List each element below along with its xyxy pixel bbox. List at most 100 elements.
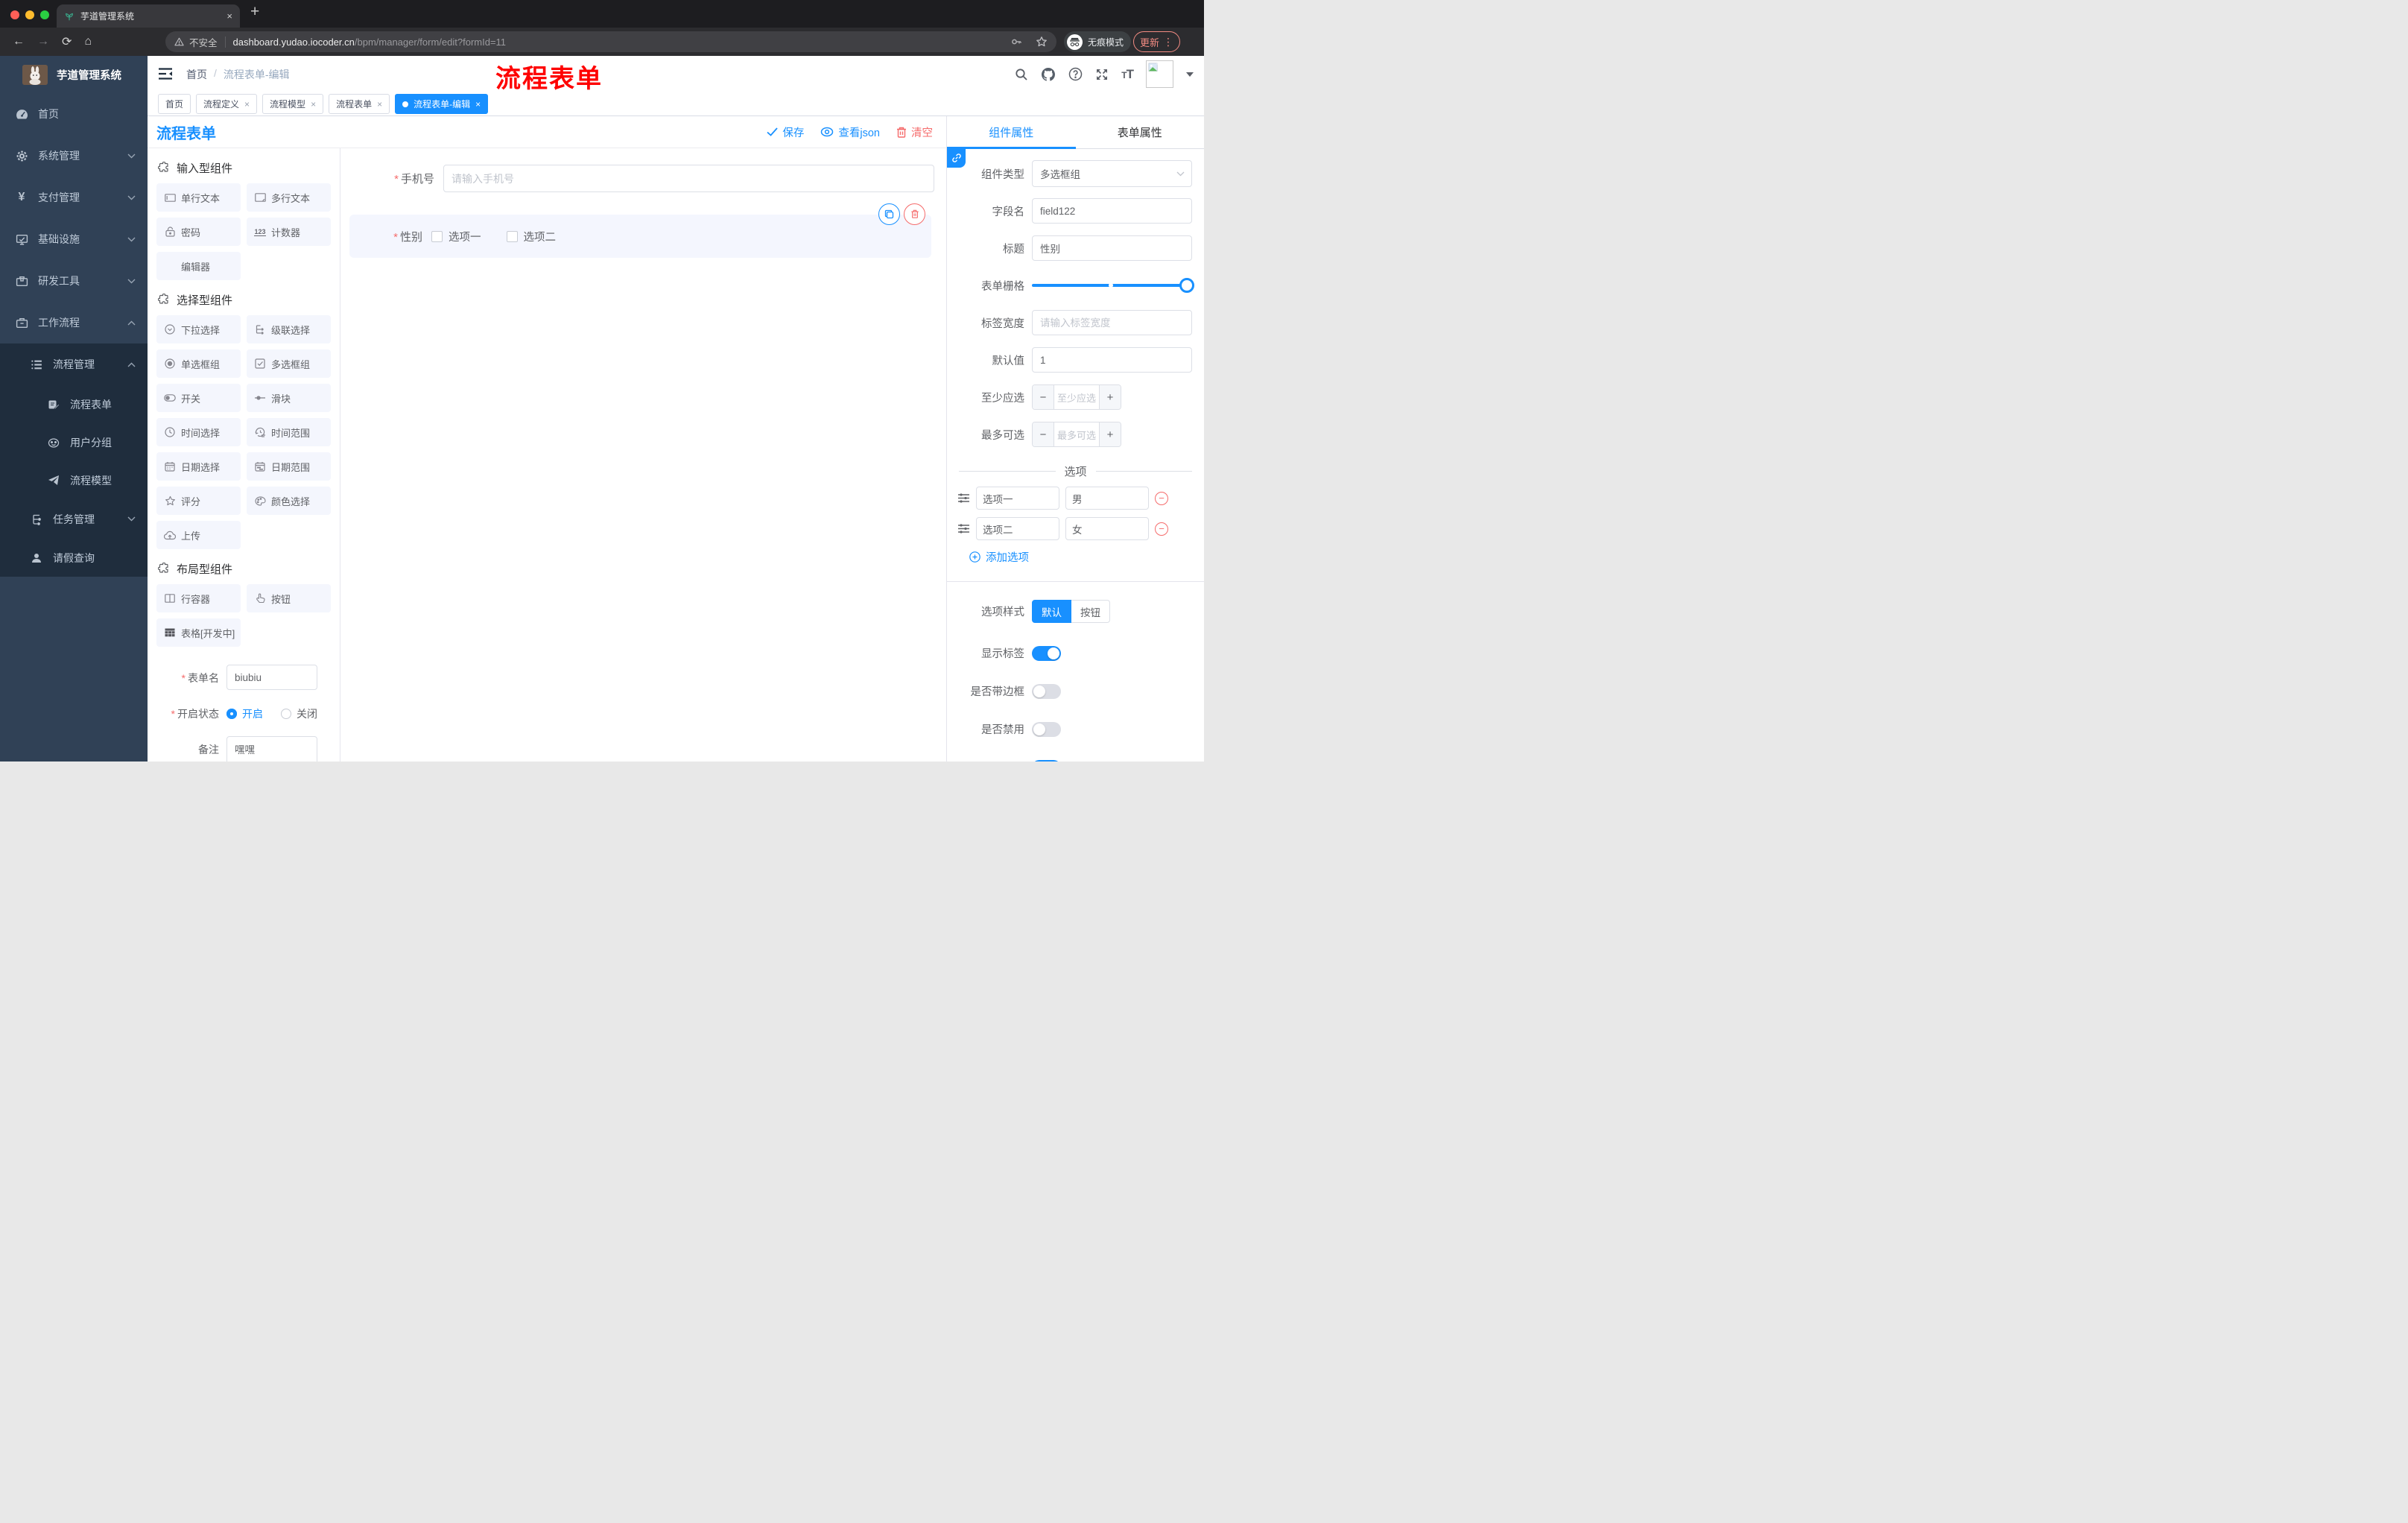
canvas-field-phone[interactable]: * 手机号	[340, 165, 946, 192]
chip-upload[interactable]: 上传	[156, 521, 241, 549]
view-json-button[interactable]: 查看json	[820, 124, 880, 140]
drag-handle-icon[interactable]	[957, 493, 970, 504]
sidebar-item-user-group[interactable]: 用户分组	[0, 423, 148, 461]
chip-switch[interactable]: 开关	[156, 384, 241, 412]
worktab-process-definition[interactable]: 流程定义 ×	[196, 94, 258, 114]
sidebar-logo[interactable]: 芋道管理系统	[0, 56, 148, 93]
status-radio-off[interactable]: 关闭	[281, 706, 317, 721]
chip-slider[interactable]: 滑块	[247, 384, 331, 412]
worktab-process-form-edit[interactable]: 流程表单-编辑 ×	[395, 94, 489, 114]
remove-option-button[interactable]: −	[1155, 522, 1168, 536]
stepper-minus-button[interactable]: −	[1033, 385, 1054, 409]
canvas-field-gender-selected[interactable]: * 性别 选项一 选项二	[349, 203, 931, 258]
form-remark-textarea[interactable]: 嘿嘿	[226, 736, 317, 762]
sidebar-item-system[interactable]: 系统管理	[0, 135, 148, 177]
stepper-plus-button[interactable]: +	[1099, 385, 1121, 409]
option-label-input[interactable]	[976, 487, 1059, 510]
chip-cascader[interactable]: 级联选择	[247, 315, 331, 343]
sidebar-item-home[interactable]: 首页	[0, 93, 148, 135]
traffic-lights[interactable]	[10, 10, 55, 23]
url-bar[interactable]: 不安全 dashboard.yudao.iocoder.cn/bpm/manag…	[165, 31, 1056, 52]
chip-date-picker[interactable]: 日期选择	[156, 452, 241, 481]
gender-checkbox-option1[interactable]: 选项一	[431, 229, 481, 244]
key-icon[interactable]	[1010, 36, 1022, 48]
component-type-select[interactable]: 多选框组	[1032, 160, 1192, 187]
close-window-button[interactable]	[10, 10, 19, 19]
label-width-input[interactable]	[1032, 310, 1192, 335]
worktab-home[interactable]: 首页	[158, 94, 191, 114]
minimize-window-button[interactable]	[25, 10, 34, 19]
drag-handle-icon[interactable]	[957, 523, 970, 534]
chip-select[interactable]: 下拉选择	[156, 315, 241, 343]
chip-multi-line-text[interactable]: 多行文本	[247, 183, 331, 212]
option-label-input[interactable]	[976, 517, 1059, 540]
bookmark-star-icon[interactable]	[1036, 36, 1048, 48]
chip-radio-group[interactable]: 单选框组	[156, 349, 241, 378]
field-name-input[interactable]	[1032, 198, 1192, 224]
max-select-value[interactable]: 最多可选	[1054, 422, 1099, 446]
close-tab-icon[interactable]: ×	[226, 10, 232, 22]
checkbox-icon[interactable]	[431, 230, 443, 242]
min-select-stepper[interactable]: − 至少应选 +	[1032, 384, 1121, 410]
required-toggle[interactable]	[1032, 759, 1061, 762]
checkbox-icon[interactable]	[506, 230, 518, 242]
style-button-button[interactable]: 按钮	[1071, 600, 1110, 623]
status-radio-on[interactable]: 开启	[226, 706, 263, 721]
save-button[interactable]: 保存	[767, 124, 804, 140]
sidebar-item-process-form[interactable]: 流程表单	[0, 385, 148, 423]
breadcrumb-home[interactable]: 首页	[186, 67, 207, 82]
sidebar-item-infrastructure[interactable]: 基础设施	[0, 218, 148, 260]
zoom-window-button[interactable]	[40, 10, 49, 19]
default-value-input[interactable]	[1032, 347, 1192, 373]
style-default-button[interactable]: 默认	[1032, 600, 1071, 623]
chip-row-container[interactable]: 行容器	[156, 584, 241, 612]
data-bind-link-button[interactable]	[947, 148, 966, 168]
chip-rate[interactable]: 评分	[156, 487, 241, 515]
worktab-process-form[interactable]: 流程表单 ×	[329, 94, 390, 114]
disabled-toggle[interactable]	[1032, 721, 1061, 737]
show-label-toggle[interactable]	[1032, 645, 1061, 661]
border-toggle[interactable]	[1032, 683, 1061, 699]
slider-handle[interactable]	[1179, 278, 1194, 293]
reload-icon[interactable]: ⟳	[62, 34, 72, 49]
chip-password[interactable]: 密码	[156, 218, 241, 246]
add-option-button[interactable]: 添加选项	[969, 549, 1204, 565]
github-icon[interactable]	[1041, 67, 1056, 82]
browser-tab[interactable]: 芋道管理系统 ×	[57, 4, 240, 28]
new-tab-button[interactable]: +	[250, 3, 259, 21]
phone-input[interactable]	[443, 165, 934, 192]
worktab-process-model[interactable]: 流程模型 ×	[262, 94, 324, 114]
forward-icon[interactable]: →	[37, 35, 49, 48]
close-icon[interactable]: ×	[377, 99, 382, 110]
search-icon[interactable]	[1015, 68, 1028, 81]
chip-date-range[interactable]: 日期范围	[247, 452, 331, 481]
chip-time-picker[interactable]: 时间选择	[156, 418, 241, 446]
min-select-value[interactable]: 至少应选	[1054, 385, 1099, 409]
chip-counter[interactable]: 123 计数器	[247, 218, 331, 246]
font-size-icon[interactable]: TT	[1121, 67, 1134, 82]
stepper-plus-button[interactable]: +	[1099, 422, 1121, 446]
back-icon[interactable]: ←	[13, 35, 25, 48]
remove-option-button[interactable]: −	[1155, 491, 1168, 505]
chip-checkbox-group[interactable]: 多选框组	[247, 349, 331, 378]
sidebar-item-dev-tools[interactable]: 研发工具	[0, 260, 148, 302]
copy-component-button[interactable]	[878, 203, 900, 225]
fullscreen-icon[interactable]	[1095, 68, 1109, 81]
avatar[interactable]	[1146, 60, 1173, 88]
chip-button[interactable]: 按钮	[247, 584, 331, 612]
form-grid-slider[interactable]	[1032, 273, 1194, 298]
title-input[interactable]	[1032, 235, 1192, 261]
chip-table-dev[interactable]: 表格[开发中]	[156, 618, 241, 647]
close-icon[interactable]: ×	[244, 99, 250, 110]
sidebar-item-task-management[interactable]: 任务管理	[0, 499, 148, 539]
help-icon[interactable]	[1068, 67, 1083, 81]
sidebar-item-process-model[interactable]: 流程模型	[0, 461, 148, 499]
chip-time-range[interactable]: 时间范围	[247, 418, 331, 446]
clear-button[interactable]: 清空	[896, 124, 933, 140]
home-icon[interactable]: ⌂	[84, 35, 92, 48]
max-select-stepper[interactable]: − 最多可选 +	[1032, 422, 1121, 447]
chip-editor[interactable]: 编辑器	[156, 252, 241, 280]
option-value-input[interactable]	[1065, 517, 1149, 540]
tab-component-props[interactable]: 组件属性	[947, 116, 1076, 148]
chevron-down-icon[interactable]	[1186, 72, 1194, 77]
